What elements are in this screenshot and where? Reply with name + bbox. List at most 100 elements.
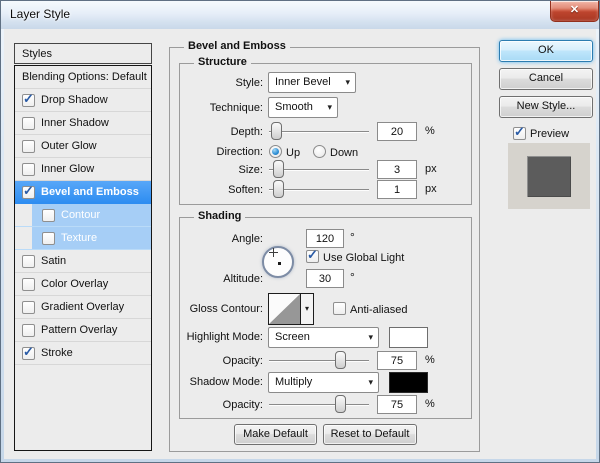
styles-list: Blending Options: Default ✓ Drop Shadow … <box>14 65 152 451</box>
sidebar-item-drop-shadow[interactable]: ✓ Drop Shadow <box>15 89 151 112</box>
highlight-mode-dropdown[interactable]: Screen ▾ <box>268 327 379 348</box>
checkbox-unchecked-icon[interactable] <box>22 139 35 153</box>
sidebar-item-satin[interactable]: Satin <box>15 250 151 273</box>
shadow-mode-dropdown[interactable]: Multiply ▾ <box>268 372 379 393</box>
altitude-input[interactable] <box>306 269 344 288</box>
sidebar-item-pattern-overlay[interactable]: Pattern Overlay <box>15 319 151 342</box>
highlight-opacity-slider[interactable] <box>269 351 369 370</box>
preview-checkbox[interactable]: ✓ <box>513 124 526 140</box>
checkbox-unchecked-icon[interactable] <box>22 254 35 268</box>
sidebar-item-label: Outer Glow <box>41 140 97 152</box>
styles-header-label: Styles <box>22 48 52 60</box>
shadow-opacity-slider-thumb[interactable] <box>335 395 346 413</box>
checkbox-unchecked-icon[interactable] <box>22 300 35 314</box>
sidebar-item-contour[interactable]: Contour <box>15 204 151 227</box>
shadow-opacity-slider[interactable] <box>269 395 369 414</box>
preview-panel <box>508 143 590 209</box>
shadow-opacity-label: Opacity: <box>222 399 263 411</box>
sidebar-item-label: Satin <box>41 255 67 267</box>
chevron-down-icon: ▾ <box>368 377 373 387</box>
checkbox-unchecked-icon[interactable] <box>42 231 55 245</box>
soften-label: Soften: <box>228 184 263 196</box>
sidebar-item-label: Drop Shadow <box>41 94 108 106</box>
reset-to-default-button[interactable]: Reset to Default <box>323 424 417 445</box>
title-bar[interactable]: Layer Style ✕ <box>1 1 599 29</box>
direction-up-label: Up <box>286 147 301 159</box>
use-global-light-checkbox[interactable]: ✓ <box>306 247 319 263</box>
checkbox-checked-icon[interactable]: ✓ <box>22 344 35 360</box>
style-label: Style: <box>235 77 263 89</box>
chevron-down-icon: ▾ <box>345 77 350 87</box>
ok-button[interactable]: OK <box>499 40 593 62</box>
sidebar-item-texture[interactable]: Texture <box>15 227 151 250</box>
make-default-button[interactable]: Make Default <box>234 424 317 445</box>
sidebar-item-label: Texture <box>61 232 98 244</box>
sidebar-item-stroke[interactable]: ✓ Stroke <box>15 342 151 365</box>
checkbox-unchecked-icon[interactable] <box>22 116 35 130</box>
soften-slider[interactable] <box>269 180 369 199</box>
sidebar-item-label: Color Overlay <box>41 278 109 290</box>
new-style-button[interactable]: New Style... <box>499 96 593 118</box>
angle-input[interactable] <box>306 229 344 248</box>
checkbox-unchecked-icon[interactable] <box>22 162 35 176</box>
chevron-down-icon: ▾ <box>368 332 373 342</box>
close-icon: ✕ <box>569 4 580 16</box>
sidebar-item-gradient-overlay[interactable]: Gradient Overlay <box>15 296 151 319</box>
direction-up-radio[interactable] <box>269 145 282 158</box>
direction-down-radio[interactable] <box>313 145 326 158</box>
sidebar-item-outer-glow[interactable]: Outer Glow <box>15 135 151 158</box>
checkbox-checked-icon[interactable]: ✓ <box>22 183 35 199</box>
sidebar-item-label: Stroke <box>41 347 73 359</box>
anti-aliased-label: Anti-aliased <box>350 304 408 316</box>
angle-dial[interactable] <box>262 246 294 278</box>
checkbox-unchecked-icon[interactable] <box>22 277 35 291</box>
cancel-button[interactable]: Cancel <box>499 68 593 90</box>
technique-dropdown-value: Smooth <box>275 101 313 113</box>
angle-dial-crosshair-icon[interactable] <box>269 248 278 257</box>
size-slider-thumb[interactable] <box>273 160 284 178</box>
size-slider[interactable] <box>269 160 369 179</box>
sidebar-item-inner-shadow[interactable]: Inner Shadow <box>15 112 151 135</box>
close-button[interactable]: ✕ <box>550 1 599 22</box>
use-global-light-label: Use Global Light <box>323 252 405 264</box>
soften-unit: px <box>425 183 437 195</box>
technique-dropdown[interactable]: Smooth ▾ <box>268 97 338 118</box>
sidebar-item-label: Blending Options: Default <box>22 71 147 83</box>
highlight-opacity-slider-thumb[interactable] <box>335 351 346 369</box>
sidebar-item-label: Contour <box>61 209 101 221</box>
preview-thumbnail <box>527 156 571 197</box>
sidebar-item-blending-options[interactable]: Blending Options: Default <box>15 66 151 89</box>
angle-label: Angle: <box>231 233 263 245</box>
sidebar-item-label: Bevel and Emboss <box>41 186 139 198</box>
style-dropdown[interactable]: Inner Bevel ▾ <box>268 72 356 93</box>
sidebar-item-inner-glow[interactable]: Inner Glow <box>15 158 151 181</box>
shadow-opacity-input[interactable] <box>377 395 417 414</box>
shadow-opacity-unit: % <box>425 398 435 410</box>
sidebar-item-label: Inner Shadow <box>41 117 109 129</box>
style-dropdown-value: Inner Bevel <box>275 76 331 88</box>
depth-slider-thumb[interactable] <box>271 122 282 140</box>
size-input[interactable] <box>377 160 417 179</box>
window-title: Layer Style <box>10 7 71 21</box>
altitude-label: Altitude: <box>223 273 263 285</box>
sidebar-item-label: Gradient Overlay <box>41 301 125 313</box>
layer-style-dialog: Layer Style ✕ Styles Blending Options: D… <box>0 0 600 463</box>
shadow-color-swatch[interactable] <box>389 372 428 393</box>
highlight-color-swatch[interactable] <box>389 327 428 348</box>
checkbox-unchecked-icon[interactable] <box>22 323 35 337</box>
checkbox-checked-icon[interactable]: ✓ <box>22 91 35 107</box>
highlight-opacity-input[interactable] <box>377 351 417 370</box>
checkbox-unchecked-icon[interactable] <box>42 208 55 222</box>
sidebar-item-bevel-and-emboss[interactable]: ✓ Bevel and Emboss <box>15 181 151 204</box>
soften-input[interactable] <box>377 180 417 199</box>
depth-input[interactable] <box>377 122 417 141</box>
chevron-down-icon: ▾ <box>327 102 332 112</box>
shadow-mode-label: Shadow Mode: <box>189 376 263 388</box>
gloss-contour-picker[interactable]: ▾ <box>268 293 314 325</box>
size-label: Size: <box>238 164 263 176</box>
anti-aliased-checkbox[interactable] <box>333 302 346 315</box>
sidebar-item-color-overlay[interactable]: Color Overlay <box>15 273 151 296</box>
depth-slider[interactable] <box>269 122 369 141</box>
chevron-down-icon[interactable]: ▾ <box>301 294 313 324</box>
soften-slider-thumb[interactable] <box>273 180 284 198</box>
